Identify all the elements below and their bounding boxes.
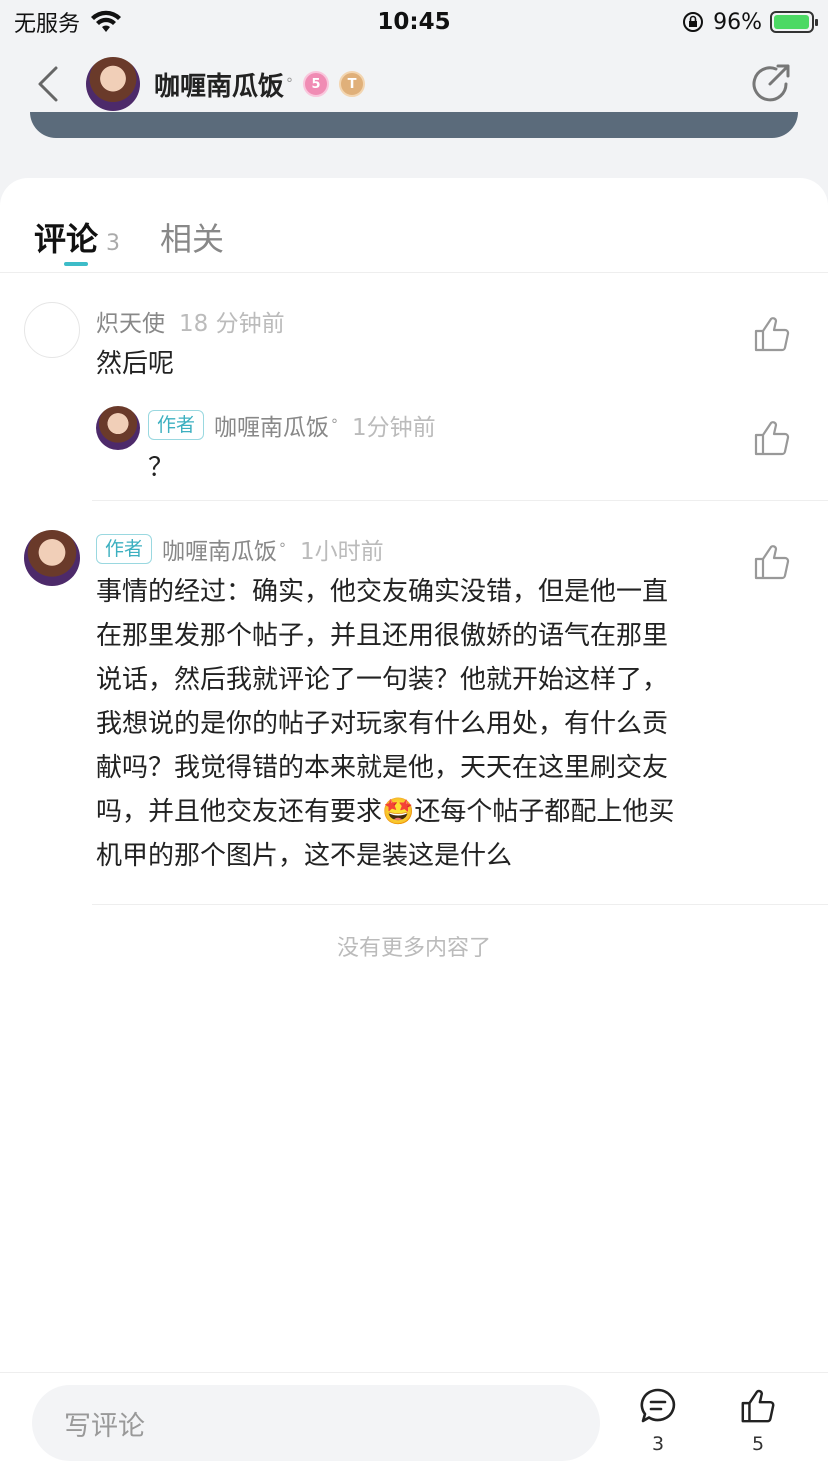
tab-related[interactable]: 相关: [160, 214, 224, 260]
degree-mark: °: [286, 76, 294, 92]
author-tag: 作者: [148, 410, 205, 440]
tab-comments-label: 评论: [34, 220, 99, 258]
post-image-edge: [30, 112, 798, 138]
comment-meta: 作者 咖喱南瓜饭 ° 1小时前: [96, 532, 384, 566]
orientation-lock-icon: [683, 12, 704, 32]
comments-count: 3: [651, 1433, 665, 1455]
comment-input[interactable]: 写评论: [32, 1385, 600, 1461]
reply-time: 1分钟前: [352, 415, 436, 441]
comment-divider: [92, 904, 828, 905]
reply-avatar[interactable]: [96, 406, 140, 450]
comment-line: 吗，并且他交友还有要求🤩还每个帖子都配上他买: [96, 797, 675, 827]
comment-text: 事情的经过：确实，他交友确实没错，但是他一直 在那里发那个帖子，并且还用很傲娇的…: [96, 570, 746, 878]
comment-line: 献吗？我觉得错的本来就是他，天天在这里刷交友: [96, 753, 669, 783]
wifi-icon: [91, 10, 122, 32]
status-bar: 无服务 10:45 96%: [0, 0, 828, 44]
author-name[interactable]: 咖喱南瓜饭: [154, 66, 284, 103]
level-badge: 5: [303, 71, 330, 97]
comment-divider: [92, 500, 828, 501]
like-button[interactable]: [752, 542, 792, 582]
comment-bubble-icon: [640, 1388, 676, 1423]
comment-line: 机甲的那个图片，这不是装这是什么: [96, 841, 513, 871]
reply-text: ？: [148, 453, 175, 483]
author-avatar[interactable]: [86, 57, 140, 111]
thumbs-up-icon: [754, 421, 790, 456]
thumbs-up-icon: [754, 317, 790, 352]
author-tag: 作者: [96, 534, 153, 564]
title-badge: T: [339, 71, 366, 97]
comments-sheet: 评论 3 相关 炽天使 18 分钟前 然后呢 作者 咖喱南瓜饭 ° 1分钟前 ？: [0, 178, 828, 1372]
carrier-label: 无服务: [14, 12, 81, 37]
comment-line: 事情的经过：确实，他交友确实没错，但是他一直: [96, 577, 669, 607]
comment-line: 我想说的是你的帖子对玩家有什么用处，有什么贡: [96, 709, 669, 739]
degree-mark: °: [279, 541, 287, 557]
commenter-avatar[interactable]: [24, 530, 80, 586]
nav-bar: 咖喱南瓜饭 ° 5 T: [0, 52, 828, 116]
commenter-name[interactable]: 咖喱南瓜饭: [162, 532, 277, 566]
comment-line: 在那里发那个帖子，并且还用很傲娇的语气在那里: [96, 621, 669, 651]
tab-comments-count: 3: [106, 231, 121, 256]
tab-underline: [64, 262, 88, 266]
battery-icon: [770, 11, 818, 33]
degree-mark: °: [331, 417, 339, 433]
tab-comments[interactable]: 评论 3: [34, 214, 120, 260]
comment-time: 18 分钟前: [179, 311, 285, 337]
thumbs-up-icon: [754, 545, 790, 580]
commenter-avatar[interactable]: [24, 302, 80, 358]
likes-count: 5: [751, 1433, 765, 1455]
chevron-left-icon: [38, 66, 58, 102]
battery-level: [774, 15, 809, 29]
battery-percent: 96%: [713, 9, 762, 35]
tab-related-label: 相关: [160, 220, 225, 258]
comment-time: 1小时前: [300, 539, 384, 565]
comments-button[interactable]: 3: [628, 1387, 688, 1455]
no-more-label: 没有更多内容了: [336, 936, 491, 961]
tabs-divider: [0, 272, 828, 273]
commenter-name[interactable]: 炽天使: [96, 304, 165, 338]
reply-meta: 作者 咖喱南瓜饭 ° 1分钟前: [148, 408, 436, 442]
comment-line: 说话，然后我就评论了一句装？他就开始这样了，: [96, 665, 669, 695]
comment-meta: 炽天使 18 分钟前: [96, 304, 285, 338]
bottom-bar: 写评论 3 5: [0, 1372, 828, 1472]
reply-name[interactable]: 咖喱南瓜饭: [214, 408, 329, 442]
back-button[interactable]: [18, 54, 78, 114]
like-button[interactable]: [752, 418, 792, 458]
share-button[interactable]: [748, 62, 792, 106]
comment-text: 然后呢: [96, 349, 175, 379]
like-button[interactable]: [752, 314, 792, 354]
like-post-button[interactable]: 5: [728, 1387, 788, 1455]
thumbs-up-icon: [741, 1389, 775, 1423]
share-icon: [752, 64, 790, 102]
tab-bar: 评论 3 相关: [34, 214, 264, 266]
